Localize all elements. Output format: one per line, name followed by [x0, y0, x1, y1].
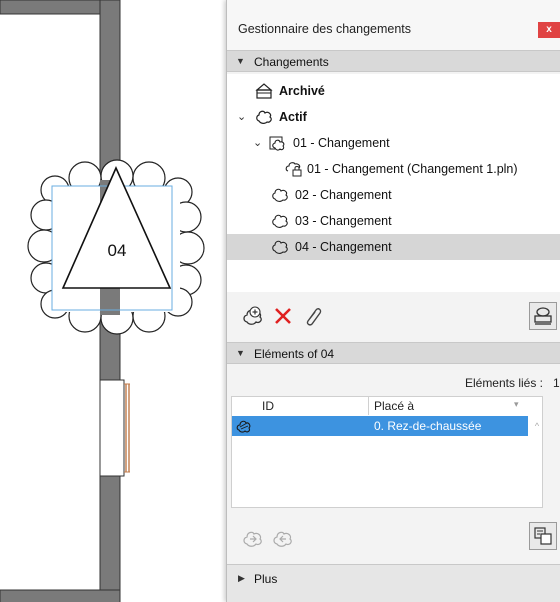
select-elements-icon — [534, 527, 552, 545]
linked-elements-label: Eléments liés : — [464, 376, 543, 390]
placed-cell: 0. Rez-de-chaussée — [374, 419, 482, 433]
tree-item-label: 03 - Changement — [295, 214, 392, 228]
change-manager-panel: Gestionnaire des changements x ▼ Changem… — [226, 0, 560, 602]
changes-section-label: Changements — [254, 55, 329, 69]
chevron-down-icon[interactable]: ⌄ — [237, 110, 246, 123]
revision-tag-label: 04 — [108, 241, 127, 260]
tree-item-change-04[interactable]: 04 - Changement — [227, 234, 560, 260]
linked-elements-count: 1 — [553, 376, 560, 390]
column-header-placed[interactable]: Placé à — [374, 399, 414, 413]
elements-area: Eléments liés : 1 ID Placé à ▾ 0. Rez-de… — [227, 364, 560, 523]
cloud-lock-icon — [285, 162, 302, 177]
add-change-icon[interactable] — [241, 304, 265, 328]
floor-plan-canvas[interactable]: 04 — [0, 0, 215, 602]
sort-arrow-icon[interactable]: ▾ — [514, 399, 519, 410]
collapse-arrow-icon[interactable]: ▼ — [236, 348, 245, 358]
remove-element-icon[interactable] — [271, 526, 295, 550]
cloud-icon — [272, 240, 288, 254]
element-icon — [236, 420, 251, 433]
stamp-icon — [534, 307, 552, 325]
stamp-button[interactable] — [529, 302, 557, 330]
tree-item-label: 02 - Changement — [295, 188, 392, 202]
delete-x-icon[interactable] — [271, 304, 295, 328]
cloud-icon — [272, 188, 288, 202]
panel-title: Gestionnaire des changements — [238, 22, 412, 36]
panel-titlebar[interactable]: Gestionnaire des changements x — [227, 0, 560, 50]
paperclip-icon[interactable] — [301, 304, 325, 328]
tree-item-label: 04 - Changement — [295, 240, 392, 254]
close-button[interactable]: x — [538, 22, 560, 38]
wall-bottom — [0, 589, 121, 602]
tree-item-label: 01 - Changement (Changement 1.pln) — [307, 162, 518, 176]
table-row[interactable]: 0. Rez-de-chaussée — [232, 416, 528, 436]
cloud-icon — [256, 110, 272, 124]
window-opening — [99, 379, 125, 477]
tree-item-change-02[interactable]: 02 - Changement — [227, 182, 560, 208]
changes-toolbar — [227, 292, 560, 342]
select-elements-button[interactable] — [529, 522, 557, 550]
tree-item-change-01[interactable]: ⌄ 01 - Changement — [227, 130, 560, 156]
changes-tree: Archivé ⌄ Actif ⌄ 01 - Changement 01 - C… — [227, 74, 560, 292]
tree-item-label: Actif — [279, 110, 307, 124]
more-section-header[interactable]: ▶ Plus — [227, 564, 560, 602]
tree-item-label: Archivé — [279, 84, 325, 98]
tree-item-label: 01 - Changement — [293, 136, 390, 150]
expand-arrow-icon[interactable]: ▶ — [238, 573, 245, 584]
elements-section-label: Eléments of 04 — [254, 347, 335, 361]
tree-item-archived[interactable]: Archivé — [227, 78, 560, 104]
cloud-icon — [272, 214, 288, 228]
elements-table: ID Placé à ▾ 0. Rez-de-chaussée ^ v — [231, 396, 543, 523]
add-element-icon[interactable] — [241, 526, 265, 550]
tree-item-change-01-file[interactable]: 01 - Changement (Changement 1.pln) — [227, 156, 560, 182]
collapse-arrow-icon[interactable]: ▼ — [236, 56, 245, 66]
change-group-icon — [269, 136, 285, 151]
chevron-down-icon[interactable]: ⌄ — [253, 136, 262, 149]
archive-icon — [255, 83, 273, 99]
elements-section-header[interactable]: ▼ Eléments of 04 — [227, 342, 560, 364]
floor-plan-drawing: 04 — [0, 0, 205, 602]
changes-section-header[interactable]: ▼ Changements — [227, 50, 560, 72]
elements-toolbar — [227, 512, 560, 558]
tree-item-change-03[interactable]: 03 - Changement — [227, 208, 560, 234]
column-header-id[interactable]: ID — [262, 399, 274, 413]
scroll-up-icon[interactable]: ^ — [532, 421, 542, 431]
more-label: Plus — [254, 572, 278, 586]
tree-item-active[interactable]: ⌄ Actif — [227, 104, 560, 130]
